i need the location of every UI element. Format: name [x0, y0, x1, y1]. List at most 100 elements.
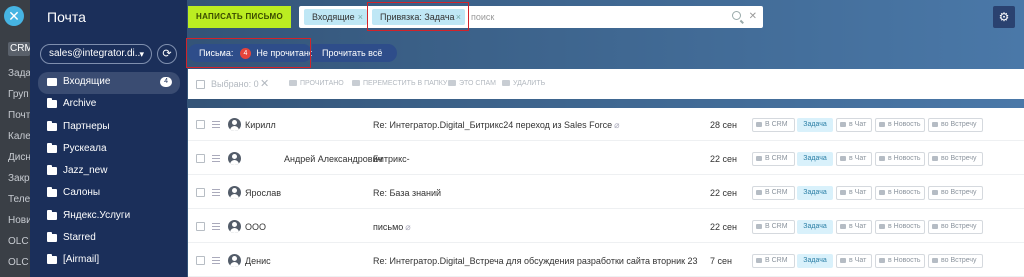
to-crm-button[interactable]: В CRM: [752, 254, 795, 268]
read-icon: [289, 80, 297, 87]
message-row[interactable]: Денис Re: Интегратор.Digital_Встреча для…: [188, 245, 1024, 277]
crm-menu-item[interactable]: OLC: [8, 231, 30, 252]
spam-icon: [448, 80, 456, 87]
mailbox-selector[interactable]: sales@integrator.di... ▾: [40, 44, 152, 64]
crm-menu-item[interactable]: Дисн: [8, 147, 30, 168]
settings-button[interactable]: ⚙: [993, 6, 1015, 28]
to-meeting-button[interactable]: во Встречу: [928, 220, 983, 234]
refresh-icon: ⟳: [162, 48, 172, 60]
to-chat-button[interactable]: в Чат: [836, 118, 872, 132]
refresh-button[interactable]: ⟳: [157, 44, 177, 64]
mark-read-button[interactable]: ПРОЧИТАНО: [289, 69, 344, 99]
task-badge[interactable]: Задача: [797, 152, 833, 166]
menu-icon[interactable]: [212, 121, 220, 128]
folder-item[interactable]: [Airmail]: [38, 250, 180, 272]
row-checkbox[interactable]: [196, 222, 205, 231]
close-slider-button[interactable]: ✕: [4, 6, 24, 26]
to-news-button[interactable]: в Новость: [875, 118, 925, 132]
folder-list: Входящие 4 Archive Партнеры Рускеала Jaz…: [38, 72, 180, 273]
task-badge[interactable]: Задача: [797, 118, 833, 132]
avatar: [228, 254, 241, 267]
to-news-button[interactable]: в Новость: [875, 186, 925, 200]
clear-search-icon[interactable]: ✕: [749, 6, 757, 28]
folder-inbox[interactable]: Входящие 4: [38, 72, 180, 95]
crm-menu-item[interactable]: OLC: [8, 252, 30, 273]
to-news-button[interactable]: в Новость: [875, 254, 925, 268]
row-checkbox[interactable]: [196, 154, 205, 163]
to-meeting-button[interactable]: во Встречу: [928, 118, 983, 132]
crm-menu-item[interactable]: Нови: [8, 210, 30, 231]
subject-text: Re: База знаний: [373, 188, 442, 198]
page-title: Почта: [47, 9, 86, 25]
to-meeting-button[interactable]: во Встречу: [928, 186, 983, 200]
task-badge[interactable]: Задача: [797, 220, 833, 234]
date: 22 сен: [710, 154, 737, 164]
menu-icon[interactable]: [212, 257, 220, 264]
folder-icon: [47, 254, 57, 265]
to-news-button[interactable]: в Новость: [875, 152, 925, 166]
move-to-folder-button[interactable]: ПЕРЕМЕСТИТЬ В ПАПКУ: [352, 69, 447, 99]
folder-icon: [47, 232, 57, 243]
message-row[interactable]: Ярослав Re: База знаний 22 сен В CRM Зад…: [188, 177, 1024, 209]
date: 22 сен: [710, 188, 737, 198]
folder-label: Партнеры: [63, 120, 110, 132]
folder-item[interactable]: Jazz_new: [38, 161, 180, 183]
to-chat-button[interactable]: в Чат: [836, 186, 872, 200]
search-input[interactable]: поиск: [471, 6, 494, 28]
to-crm-button[interactable]: В CRM: [752, 152, 795, 166]
chevron-down-icon: ▾: [139, 49, 144, 59]
folder-item[interactable]: Яндекс.Услуги: [38, 206, 180, 228]
to-chat-button[interactable]: в Чат: [836, 254, 872, 268]
inbox-icon: [47, 78, 57, 86]
to-chat-button[interactable]: в Чат: [836, 152, 872, 166]
highlight-box: [186, 38, 311, 68]
message-row[interactable]: ООО письмо ⌀ 22 сен В CRM Задача в Чат в …: [188, 211, 1024, 243]
to-meeting-button[interactable]: во Встречу: [928, 254, 983, 268]
crm-menu-item[interactable]: CRM: [8, 42, 30, 56]
message-row[interactable]: Андрей Александрович Битрикс- 22 сен В C…: [188, 143, 1024, 175]
to-chat-button[interactable]: в Чат: [836, 220, 872, 234]
folder-label: Jazz_new: [63, 165, 108, 177]
sender-name: ООО: [245, 222, 267, 232]
row-checkbox[interactable]: [196, 188, 205, 197]
crm-menu-item[interactable]: Закр: [8, 168, 30, 189]
menu-icon[interactable]: [212, 189, 220, 196]
folder-label: Входящие: [63, 76, 111, 87]
menu-icon[interactable]: [212, 223, 220, 230]
search-icon[interactable]: [732, 11, 741, 20]
folder-item[interactable]: Starred: [38, 228, 180, 250]
crm-menu-item[interactable]: Кале: [8, 126, 30, 147]
spam-button[interactable]: ЭТО СПАМ: [448, 69, 496, 99]
chip-remove-icon[interactable]: ×: [358, 9, 363, 25]
to-meeting-button[interactable]: во Встречу: [928, 152, 983, 166]
crm-menu-item[interactable]: Теле: [8, 189, 30, 210]
menu-icon[interactable]: [212, 155, 220, 162]
task-badge[interactable]: Задача: [797, 254, 833, 268]
message-row[interactable]: Кирилл Re: Интегратор.Digital_Битрикс24 …: [188, 109, 1024, 141]
subject-text: Битрикс-: [373, 154, 410, 164]
to-crm-button[interactable]: В CRM: [752, 220, 795, 234]
crm-menu-item[interactable]: Зада: [8, 63, 30, 84]
to-news-button[interactable]: в Новость: [875, 220, 925, 234]
folder-item[interactable]: Archive: [38, 94, 180, 116]
highlight-box: [367, 2, 469, 31]
filter-chip-inbox[interactable]: Входящие ×: [304, 9, 367, 25]
to-crm-button[interactable]: В CRM: [752, 118, 795, 132]
write-letter-button[interactable]: НАПИСАТЬ ПИСЬМО: [188, 6, 291, 28]
delete-button[interactable]: УДАЛИТЬ: [502, 69, 545, 99]
clear-selection-icon[interactable]: ✕: [260, 69, 269, 99]
crm-menu-item[interactable]: Груп: [8, 84, 30, 105]
select-all-checkbox[interactable]: [196, 80, 205, 89]
row-checkbox[interactable]: [196, 120, 205, 129]
read-all-button[interactable]: Прочитать всё: [312, 44, 397, 62]
subject-text: Re: Интегратор.Digital_Битрикс24 переход…: [373, 120, 613, 130]
to-crm-button[interactable]: В CRM: [752, 186, 795, 200]
task-badge[interactable]: Задача: [797, 186, 833, 200]
crm-menu-item[interactable]: Почт: [8, 105, 30, 126]
spam-label: ЭТО СПАМ: [459, 80, 496, 87]
folder-item[interactable]: Партнеры: [38, 117, 180, 139]
folder-item[interactable]: Салоны: [38, 183, 180, 205]
row-checkbox[interactable]: [196, 256, 205, 265]
folder-item[interactable]: Рускеала: [38, 139, 180, 161]
folder-icon: [352, 80, 360, 87]
